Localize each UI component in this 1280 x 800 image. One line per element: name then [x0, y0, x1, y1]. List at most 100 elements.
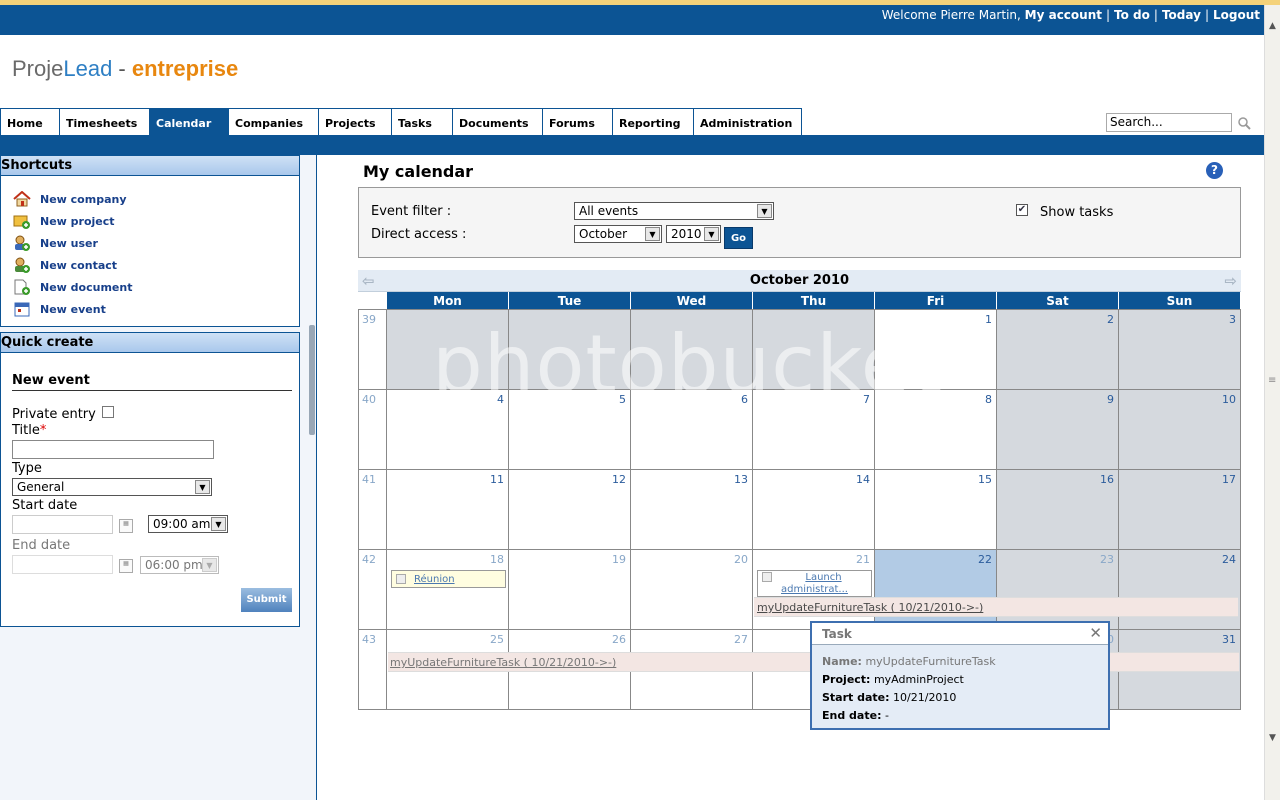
- new-document-link[interactable]: New document: [13, 278, 132, 296]
- help-icon[interactable]: ?: [1206, 162, 1223, 179]
- calendar-header: ⇦ October 2010 ⇨: [358, 270, 1241, 292]
- event-filter-select[interactable]: All events ▼: [574, 202, 774, 220]
- tab-reporting[interactable]: Reporting: [612, 108, 694, 136]
- tab-tasks[interactable]: Tasks: [391, 108, 453, 136]
- day-cell[interactable]: [630, 309, 753, 390]
- end-time-select[interactable]: 06:00 pm ▼: [140, 556, 219, 574]
- day-cell[interactable]: 6: [630, 389, 753, 470]
- prev-month-arrow-icon[interactable]: ⇦: [362, 270, 375, 292]
- filter-panel: Event filter : All events ▼ Direct acces…: [358, 187, 1241, 258]
- event-icon: [396, 574, 406, 584]
- tab-administration[interactable]: Administration: [693, 108, 802, 136]
- dow-header: Mon: [387, 292, 509, 310]
- year-select[interactable]: 2010 ▼: [666, 225, 721, 243]
- scroll-down-icon[interactable]: ▼: [1269, 733, 1276, 743]
- event-reunion[interactable]: Réunion: [391, 570, 506, 588]
- new-project-link[interactable]: New project: [13, 212, 115, 230]
- new-contact-link[interactable]: New contact: [13, 256, 117, 274]
- day-cell[interactable]: 11: [386, 469, 509, 550]
- day-cell[interactable]: 24: [1118, 549, 1241, 630]
- my-account-link[interactable]: My account: [1025, 8, 1102, 22]
- show-tasks-checkbox[interactable]: ✔: [1016, 204, 1028, 216]
- start-time-select[interactable]: 09:00 am ▼: [148, 515, 228, 533]
- new-company-link[interactable]: New company: [13, 190, 127, 208]
- chevron-down-icon: ▼: [645, 227, 660, 241]
- day-cell[interactable]: 9: [996, 389, 1119, 470]
- month-select[interactable]: October ▼: [574, 225, 662, 243]
- task-tooltip: Task ✕ Name: myUpdateFurnitureTask Proje…: [810, 621, 1110, 730]
- title-label: Title*: [12, 423, 47, 438]
- todo-link[interactable]: To do: [1114, 8, 1150, 22]
- day-cell[interactable]: 3: [1118, 309, 1241, 390]
- day-cell[interactable]: 8: [874, 389, 997, 470]
- type-select[interactable]: General ▼: [12, 478, 212, 496]
- start-date-label: Start date: [12, 498, 78, 513]
- tab-timesheets[interactable]: Timesheets: [59, 108, 150, 136]
- new-user-link[interactable]: New user: [13, 234, 98, 252]
- day-cell[interactable]: 4: [386, 389, 509, 470]
- day-cell[interactable]: 1: [874, 309, 997, 390]
- day-cell[interactable]: [508, 309, 631, 390]
- scroll-grip-icon[interactable]: ≡: [1268, 375, 1276, 386]
- day-cell[interactable]: 15: [874, 469, 997, 550]
- day-cell[interactable]: 12: [508, 469, 631, 550]
- nav-underline: [0, 135, 1264, 155]
- day-cell[interactable]: 23: [996, 549, 1119, 630]
- calendar-event-icon: [14, 302, 30, 317]
- week-number[interactable]: 40: [358, 389, 387, 470]
- start-date-calendar-icon[interactable]: ▦: [119, 519, 133, 533]
- week-number[interactable]: 41: [358, 469, 387, 550]
- day-cell[interactable]: 13: [630, 469, 753, 550]
- search-icon[interactable]: [1238, 117, 1251, 130]
- logout-link[interactable]: Logout: [1213, 8, 1260, 22]
- day-cell[interactable]: [752, 309, 875, 390]
- tab-projects[interactable]: Projects: [318, 108, 392, 136]
- private-entry-checkbox[interactable]: [102, 406, 114, 418]
- day-cell[interactable]: 22: [874, 549, 997, 630]
- day-cell[interactable]: 20: [630, 549, 753, 630]
- tab-forums[interactable]: Forums: [542, 108, 613, 136]
- sidebar: Shortcuts New company New project New us…: [0, 155, 317, 800]
- page-scrollbar[interactable]: ▲ ≡ ▼: [1264, 5, 1280, 800]
- tab-calendar[interactable]: Calendar: [149, 108, 229, 136]
- end-date-calendar-icon[interactable]: ▦: [119, 559, 133, 573]
- event-launch[interactable]: Launch administrat...: [757, 570, 872, 597]
- user-add-icon: [15, 235, 30, 251]
- tab-home[interactable]: Home: [0, 108, 60, 136]
- day-cell[interactable]: 17: [1118, 469, 1241, 550]
- week-number[interactable]: 39: [358, 309, 387, 390]
- page-title: My calendar: [363, 162, 474, 181]
- day-cell[interactable]: 14: [752, 469, 875, 550]
- new-event-link[interactable]: New event: [13, 300, 106, 318]
- day-cell[interactable]: 5: [508, 389, 631, 470]
- start-date-input[interactable]: [12, 515, 113, 534]
- day-cell[interactable]: [386, 309, 509, 390]
- tab-documents[interactable]: Documents: [452, 108, 543, 136]
- week-number[interactable]: 42: [358, 549, 387, 630]
- day-cell[interactable]: 18: [386, 549, 509, 630]
- type-label: Type: [12, 461, 42, 476]
- day-cell[interactable]: 19: [508, 549, 631, 630]
- scroll-up-icon[interactable]: ▲: [1269, 21, 1276, 31]
- week-column-header: [358, 292, 387, 310]
- next-month-arrow-icon[interactable]: ⇨: [1224, 270, 1237, 292]
- end-date-input[interactable]: [12, 555, 113, 574]
- close-icon[interactable]: ✕: [1089, 624, 1102, 642]
- submit-button[interactable]: Submit: [241, 588, 292, 612]
- sidebar-collapse-handle[interactable]: [309, 325, 315, 435]
- go-button[interactable]: Go: [724, 227, 753, 249]
- tab-companies[interactable]: Companies: [228, 108, 319, 136]
- task-bar-week42[interactable]: myUpdateFurnitureTask ( 10/21/2010->-): [754, 597, 1238, 617]
- quick-create-title: Quick create: [1, 333, 299, 353]
- day-cell[interactable]: 7: [752, 389, 875, 470]
- title-input[interactable]: [12, 440, 214, 459]
- day-cell[interactable]: 16: [996, 469, 1119, 550]
- direct-access-label: Direct access :: [371, 227, 467, 242]
- week-number[interactable]: 43: [358, 629, 387, 710]
- today-link[interactable]: Today: [1162, 8, 1201, 22]
- day-cell[interactable]: 10: [1118, 389, 1241, 470]
- search-input[interactable]: Search...: [1106, 113, 1232, 132]
- top-user-bar: Welcome Pierre Martin, My account | To do |…: [0, 5, 1264, 35]
- day-cell[interactable]: 2: [996, 309, 1119, 390]
- task-project-row: Project: myAdminProject: [822, 673, 964, 686]
